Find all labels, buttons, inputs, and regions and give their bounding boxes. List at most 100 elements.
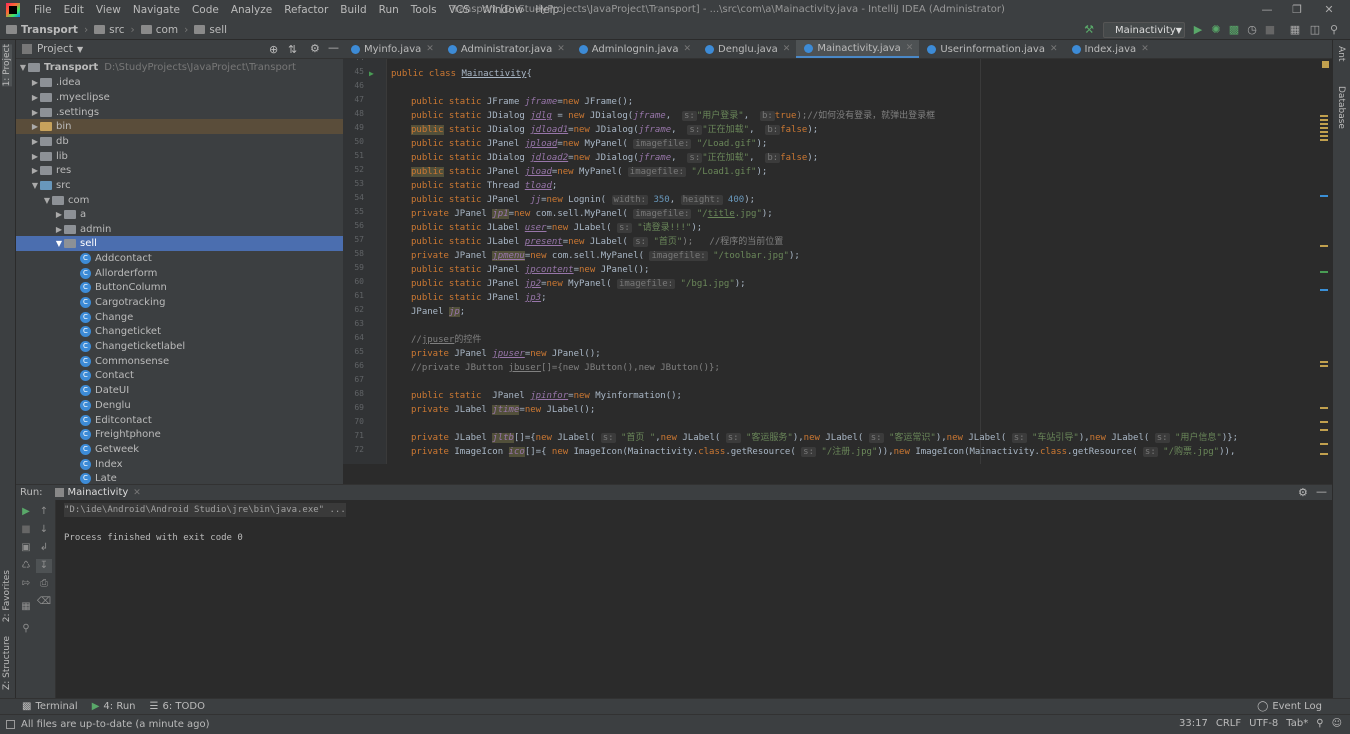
tree-item-idea[interactable]: ▶ .idea bbox=[16, 75, 343, 90]
stop-icon[interactable]: ■ bbox=[1263, 23, 1277, 37]
stripe-marker[interactable] bbox=[1320, 123, 1328, 125]
stripe-marker[interactable] bbox=[1320, 135, 1328, 137]
menu-code[interactable]: Code bbox=[186, 4, 225, 16]
exit-icon[interactable]: ⇰ bbox=[18, 577, 34, 591]
menu-navigate[interactable]: Navigate bbox=[127, 4, 186, 16]
minimize-icon[interactable]: — bbox=[1252, 2, 1282, 18]
restore-icon[interactable]: ❐ bbox=[1282, 2, 1312, 18]
caret-position[interactable]: 33:17 bbox=[1179, 718, 1208, 729]
close-window-icon[interactable]: ✕ bbox=[1314, 2, 1344, 18]
stripe-marker[interactable] bbox=[1320, 195, 1328, 197]
tree-item-class[interactable]: C DateUI bbox=[16, 383, 343, 398]
tab-myinfo[interactable]: Myinfo.java ✕ bbox=[343, 40, 440, 58]
search-everywhere-icon[interactable]: ⚲ bbox=[1327, 23, 1341, 37]
up-arrow-icon[interactable]: ↑ bbox=[36, 505, 52, 519]
hide-icon[interactable]: — bbox=[328, 41, 339, 54]
run-configuration-select[interactable]: Mainactivity ▼ bbox=[1103, 22, 1185, 38]
code-editor[interactable]: ▶ 44 45 46 47 48 49 50 51 52 53 54 55 56 57 58 59 60 61 62… bbox=[343, 59, 1332, 464]
stop-icon[interactable]: ■ bbox=[18, 523, 34, 537]
tree-item-com[interactable]: ▼ com bbox=[16, 193, 343, 208]
tree-item-class[interactable]: C Allorderform bbox=[16, 266, 343, 281]
stripe-marker[interactable] bbox=[1320, 421, 1328, 423]
run-tab-mainactivity[interactable]: Mainactivity bbox=[68, 487, 129, 498]
tree-item-root[interactable]: ▼ Transport D:\StudyProjects\JavaProject… bbox=[16, 60, 343, 75]
tree-item-a[interactable]: ▶ a bbox=[16, 207, 343, 222]
build-hammer-icon[interactable]: ⚒ bbox=[1082, 23, 1096, 37]
gear-icon[interactable]: ⚙ bbox=[310, 42, 320, 55]
coverage-icon[interactable]: ▩ bbox=[1227, 23, 1241, 37]
gear-icon[interactable]: ⚙ bbox=[1298, 486, 1308, 499]
stripe-marker[interactable] bbox=[1320, 271, 1328, 273]
tree-item-class[interactable]: C Late bbox=[16, 472, 343, 484]
debug-icon[interactable]: ✺ bbox=[1209, 23, 1223, 37]
trash-icon[interactable]: ⌫ bbox=[36, 595, 52, 609]
tab-adminlognin[interactable]: Adminlognin.java ✕ bbox=[571, 40, 697, 58]
todo-tab[interactable]: ☰ 6: TODO bbox=[150, 701, 205, 712]
tree-item-class[interactable]: C Denglu bbox=[16, 398, 343, 413]
stripe-marker[interactable] bbox=[1320, 289, 1328, 291]
collapse-all-icon[interactable]: ⇅ bbox=[288, 43, 297, 56]
structure-tool-button[interactable]: Z: Structure bbox=[2, 636, 12, 690]
down-arrow-icon[interactable]: ↓ bbox=[36, 523, 52, 537]
close-tab-icon[interactable]: ✕ bbox=[906, 43, 914, 53]
tree-item-myeclipse[interactable]: ▶ .myeclipse bbox=[16, 90, 343, 105]
menu-run[interactable]: Run bbox=[373, 4, 405, 16]
terminal-tab[interactable]: ▩ Terminal bbox=[22, 701, 78, 712]
stripe-marker[interactable] bbox=[1320, 361, 1328, 363]
tree-item-db[interactable]: ▶ db bbox=[16, 134, 343, 149]
tool-windows-icon[interactable] bbox=[6, 720, 15, 729]
run-icon[interactable]: ▶ bbox=[1191, 23, 1205, 37]
menu-refactor[interactable]: Refactor bbox=[278, 4, 334, 16]
tab-denglu[interactable]: Denglu.java ✕ bbox=[697, 40, 796, 58]
stripe-marker[interactable] bbox=[1320, 453, 1328, 455]
menu-build[interactable]: Build bbox=[334, 4, 372, 16]
tree-item-admin[interactable]: ▶ admin bbox=[16, 222, 343, 237]
chevron-down-icon[interactable]: ▼ bbox=[77, 45, 83, 54]
menu-file[interactable]: File bbox=[28, 4, 58, 16]
console-output[interactable]: "D:\ide\Android\Android Studio\jre\bin\j… bbox=[62, 503, 1322, 693]
event-log-tab[interactable]: ◯ Event Log bbox=[1257, 701, 1322, 712]
error-stripe[interactable] bbox=[1318, 59, 1330, 464]
print-icon[interactable]: ⎙ bbox=[36, 577, 52, 591]
notifications-icon[interactable]: ☺ bbox=[1332, 718, 1342, 729]
project-view-selector[interactable]: Project bbox=[37, 43, 73, 55]
tree-item-class[interactable]: C Editcontact bbox=[16, 413, 343, 428]
tree-item-class[interactable]: C Contact bbox=[16, 369, 343, 384]
stripe-marker[interactable] bbox=[1320, 245, 1328, 247]
stripe-marker[interactable] bbox=[1320, 127, 1328, 129]
lock-icon[interactable]: ⚲ bbox=[1316, 718, 1323, 729]
layout-icon[interactable]: ▦ bbox=[18, 600, 34, 614]
breadcrumb-sell[interactable]: sell bbox=[188, 24, 227, 36]
pin-icon[interactable]: ⚲ bbox=[18, 622, 34, 636]
tree-item-settings[interactable]: ▶ .settings bbox=[16, 105, 343, 120]
stripe-marker[interactable] bbox=[1320, 429, 1328, 431]
run-gutter-icon[interactable]: ▶ bbox=[369, 69, 374, 78]
stripe-marker[interactable] bbox=[1320, 365, 1328, 367]
menu-tools[interactable]: Tools bbox=[405, 4, 443, 16]
tree-item-class[interactable]: C Cargotracking bbox=[16, 295, 343, 310]
close-tab-icon[interactable]: ✕ bbox=[426, 44, 434, 54]
indent-setting[interactable]: Tab* bbox=[1286, 718, 1308, 729]
camera-icon[interactable]: ▣ bbox=[18, 541, 34, 555]
close-tab-icon[interactable]: ✕ bbox=[683, 44, 691, 54]
breadcrumb-com[interactable]: com › bbox=[135, 24, 188, 36]
favorites-tool-button[interactable]: 2: Favorites bbox=[2, 570, 12, 622]
profile-icon[interactable]: ◷ bbox=[1245, 23, 1259, 37]
run-tab[interactable]: ▶ 4: Run bbox=[92, 701, 136, 712]
tree-item-class[interactable]: C Commonsense bbox=[16, 354, 343, 369]
project-structure-icon[interactable]: ▦ bbox=[1288, 23, 1302, 37]
tree-item-class[interactable]: C Change bbox=[16, 310, 343, 325]
tree-item-class[interactable]: C Freightphone bbox=[16, 427, 343, 442]
layout-icon[interactable]: ◫ bbox=[1308, 23, 1322, 37]
line-separator[interactable]: CRLF bbox=[1216, 718, 1241, 729]
tree-item-class[interactable]: C Index bbox=[16, 457, 343, 472]
stripe-marker[interactable] bbox=[1320, 119, 1328, 121]
tree-item-sell[interactable]: ▼ sell bbox=[16, 236, 343, 251]
stripe-marker[interactable] bbox=[1320, 443, 1328, 445]
tab-index[interactable]: Index.java ✕ bbox=[1064, 40, 1155, 58]
rerun-icon[interactable]: ▶ bbox=[18, 505, 34, 519]
database-tool-button[interactable]: Database bbox=[1336, 86, 1346, 129]
tree-item-lib[interactable]: ▶ lib bbox=[16, 149, 343, 164]
menu-view[interactable]: View bbox=[90, 4, 127, 16]
tree-item-class[interactable]: C Getweek bbox=[16, 442, 343, 457]
